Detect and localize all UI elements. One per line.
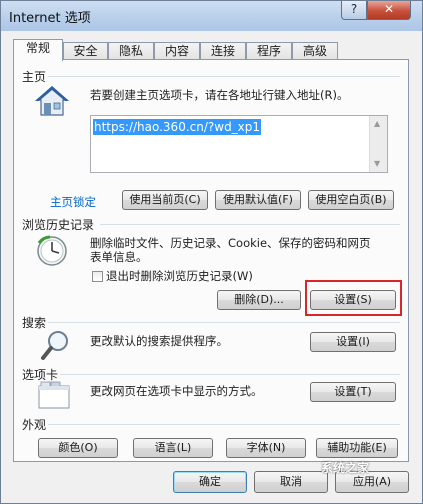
ok-button[interactable]: 确定 bbox=[173, 471, 247, 493]
window-title: Internet 选项 bbox=[9, 11, 91, 26]
divider bbox=[48, 322, 400, 323]
house-icon bbox=[35, 86, 69, 116]
delete-on-exit-label[interactable]: 退出时删除浏览历史记录(W) bbox=[106, 269, 253, 283]
internet-options-window: Internet 选项 ? ✕ 常规 安全 隐私 内容 连接 程序 高级 主页 … bbox=[0, 0, 423, 504]
home-url-textarea[interactable]: https://hao.360.cn/?wd_xp1 ▲ ▼ bbox=[90, 115, 388, 173]
home-heading: 主页 bbox=[22, 70, 47, 84]
cancel-button[interactable]: 取消 bbox=[254, 471, 328, 493]
tabs-settings-button[interactable]: 设置(T) bbox=[310, 382, 396, 402]
use-blank-button[interactable]: 使用空白页(B) bbox=[308, 190, 394, 210]
history-heading: 浏览历史记录 bbox=[22, 218, 95, 232]
magnifier-icon bbox=[41, 331, 68, 360]
search-settings-button[interactable]: 设置(I) bbox=[310, 332, 396, 352]
highlight-box bbox=[305, 280, 402, 316]
delete-history-button[interactable]: 删除(D)... bbox=[217, 290, 301, 310]
tab-security[interactable]: 安全 bbox=[63, 42, 108, 60]
tab-privacy[interactable]: 隐私 bbox=[108, 42, 154, 60]
help-button[interactable]: ? bbox=[341, 1, 367, 20]
appearance-heading: 外观 bbox=[22, 418, 47, 432]
colors-button[interactable]: 颜色(O) bbox=[38, 438, 118, 458]
tab-content[interactable]: 内容 bbox=[154, 42, 200, 60]
scroll-up-icon[interactable]: ▲ bbox=[374, 119, 380, 128]
history-description: 删除临时文件、历史记录、Cookie、保存的密码和网页表单信息。 bbox=[90, 236, 371, 264]
delete-on-exit-checkbox[interactable] bbox=[92, 271, 103, 282]
tabs-description: 更改网页在选项卡中显示的方式。 bbox=[90, 384, 263, 398]
tab-advanced[interactable]: 高级 bbox=[292, 42, 338, 60]
close-button[interactable]: ✕ bbox=[367, 1, 411, 20]
divider bbox=[60, 374, 400, 375]
tabs-window-icon bbox=[38, 381, 70, 409]
tab-general[interactable]: 常规 bbox=[13, 39, 63, 61]
languages-button[interactable]: 语言(L) bbox=[133, 438, 213, 458]
divider bbox=[48, 424, 400, 425]
watermark: 系统之家 bbox=[321, 461, 370, 475]
dialog-client: 常规 安全 隐私 内容 连接 程序 高级 主页 若要创建主页选项卡，请在各地址行… bbox=[9, 31, 414, 497]
home-url-value: https://hao.360.cn/?wd_xp1 bbox=[93, 119, 262, 135]
scroll-down-icon[interactable]: ▼ bbox=[374, 159, 380, 168]
history-clock-icon bbox=[37, 235, 67, 266]
url-scrollbar[interactable]: ▲ ▼ bbox=[369, 116, 387, 172]
divider bbox=[48, 76, 400, 77]
accessibility-button[interactable]: 辅助功能(E) bbox=[316, 438, 398, 458]
tab-connections[interactable]: 连接 bbox=[200, 42, 246, 60]
general-panel: 主页 若要创建主页选项卡，请在各地址行键入地址(R)。 https://hao.… bbox=[13, 59, 409, 462]
home-description: 若要创建主页选项卡，请在各地址行键入地址(R)。 bbox=[90, 88, 349, 102]
tab-programs[interactable]: 程序 bbox=[246, 42, 292, 60]
title-bar: Internet 选项 ? ✕ bbox=[1, 1, 422, 31]
home-lock-link[interactable]: 主页锁定 bbox=[50, 194, 96, 210]
use-default-button[interactable]: 使用默认值(F) bbox=[215, 190, 301, 210]
fonts-button[interactable]: 字体(N) bbox=[226, 438, 306, 458]
use-current-button[interactable]: 使用当前页(C) bbox=[122, 190, 208, 210]
search-description: 更改默认的搜索提供程序。 bbox=[90, 334, 228, 348]
divider bbox=[100, 224, 400, 225]
